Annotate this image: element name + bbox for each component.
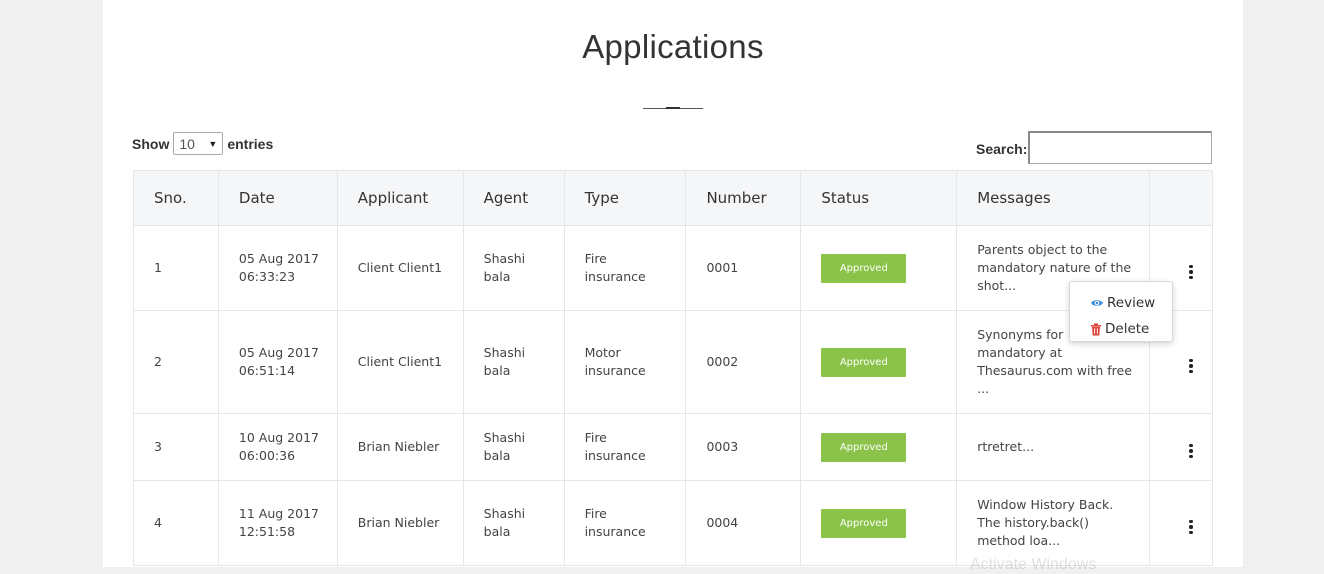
- cell-agent: Shashi bala: [462, 310, 565, 414]
- agent-last: bala: [483, 524, 511, 539]
- cell-message: Window History Back. The history.back() …: [956, 480, 1150, 566]
- date-text: 11 Aug 2017: [238, 506, 319, 521]
- title-divider-accent: [666, 107, 680, 109]
- column-header-type[interactable]: Type: [563, 170, 687, 226]
- type-second: insurance: [584, 269, 646, 284]
- type-first: Fire: [584, 506, 607, 521]
- type-first: Motor: [584, 345, 621, 360]
- column-header-sno[interactable]: Sno.: [133, 170, 219, 226]
- cell-type: Motor insurance: [563, 310, 687, 414]
- type-second: insurance: [584, 524, 646, 539]
- delete-menu-item[interactable]: Delete: [1070, 316, 1172, 342]
- type-second: insurance: [584, 363, 646, 378]
- applications-table: Sno. Date Applicant Agent Type Number St…: [133, 170, 1213, 566]
- cell-type: Fire insurance: [563, 413, 687, 481]
- show-entries-control: Show 10 ▼ entries: [132, 131, 273, 156]
- column-header-messages[interactable]: Messages: [956, 170, 1150, 226]
- more-vertical-icon[interactable]: [1185, 518, 1197, 537]
- search-input[interactable]: [1028, 131, 1213, 164]
- cell-status: Approved: [800, 413, 958, 481]
- cell-applicant: Client Client1: [336, 310, 464, 414]
- review-menu-item[interactable]: Review: [1070, 290, 1172, 316]
- column-header-number[interactable]: Number: [685, 170, 802, 226]
- cell-actions: [1149, 480, 1213, 566]
- cell-actions: [1149, 413, 1213, 481]
- time-text: 06:33:23: [238, 269, 296, 284]
- table-row: 1 05 Aug 2017 06:33:23 Client Client1 Sha…: [133, 225, 1213, 311]
- type-first: Fire: [584, 430, 607, 445]
- cell-sno: 3: [133, 413, 219, 481]
- agent-first: Shashi: [483, 430, 526, 445]
- agent-last: bala: [483, 363, 511, 378]
- column-header-date[interactable]: Date: [217, 170, 338, 226]
- cell-number: 0002: [685, 310, 802, 414]
- show-label: Show: [132, 135, 170, 152]
- cell-type: Fire insurance: [563, 225, 687, 311]
- table-row: 4 11 Aug 2017 12:51:58 Brian Niebler Shas…: [133, 480, 1213, 566]
- cell-date: 05 Aug 2017 06:51:14: [217, 310, 338, 414]
- agent-last: bala: [483, 448, 511, 463]
- cell-type: Fire insurance: [563, 480, 687, 566]
- eye-icon: [1091, 300, 1103, 306]
- column-header-actions: [1149, 170, 1213, 226]
- agent-first: Shashi: [483, 251, 526, 266]
- more-vertical-icon[interactable]: [1185, 357, 1197, 376]
- agent-first: Shashi: [483, 345, 526, 360]
- time-text: 12:51:58: [238, 524, 296, 539]
- entries-select-value: 10: [179, 135, 195, 152]
- table-row: 3 10 Aug 2017 06:00:36 Brian Niebler Shas…: [133, 413, 1213, 481]
- more-vertical-icon[interactable]: [1185, 263, 1197, 282]
- type-second: insurance: [584, 448, 646, 463]
- search-control: Search:: [976, 131, 1213, 164]
- row-actions-dropdown: Review Delete: [1069, 281, 1173, 342]
- cell-applicant: Brian Niebler: [336, 413, 464, 481]
- cell-sno: 1: [133, 225, 219, 311]
- cell-message: rtretret...: [956, 413, 1150, 481]
- cell-agent: Shashi bala: [462, 413, 565, 481]
- status-badge: Approved: [821, 508, 907, 538]
- table-header-row: Sno. Date Applicant Agent Type Number St…: [133, 170, 1213, 226]
- cell-sno: 4: [133, 480, 219, 566]
- cell-date: 10 Aug 2017 06:00:36: [217, 413, 338, 481]
- agent-last: bala: [483, 269, 511, 284]
- column-header-applicant[interactable]: Applicant: [336, 170, 464, 226]
- table-row: 2 05 Aug 2017 06:51:14 Client Client1 Sha…: [133, 310, 1213, 414]
- caret-down-icon: ▼: [208, 138, 218, 149]
- cell-applicant: Client Client1: [336, 225, 464, 311]
- cell-applicant: Brian Niebler: [336, 480, 464, 566]
- date-text: 05 Aug 2017: [238, 345, 319, 360]
- search-label: Search:: [976, 141, 1028, 157]
- date-text: 05 Aug 2017: [238, 251, 319, 266]
- cell-number: 0001: [685, 225, 802, 311]
- trash-icon: [1091, 323, 1101, 335]
- time-text: 06:00:36: [238, 448, 296, 463]
- cell-status: Approved: [800, 480, 958, 566]
- delete-label: Delete: [1105, 321, 1150, 337]
- review-label: Review: [1107, 295, 1156, 311]
- entries-label: entries: [227, 135, 274, 152]
- cell-number: 0004: [685, 480, 802, 566]
- date-text: 10 Aug 2017: [238, 430, 319, 445]
- cell-agent: Shashi bala: [462, 225, 565, 311]
- entries-select[interactable]: 10 ▼: [173, 132, 224, 155]
- status-badge: Approved: [821, 347, 907, 377]
- agent-first: Shashi: [483, 506, 526, 521]
- type-first: Fire: [584, 251, 607, 266]
- status-badge: Approved: [821, 432, 907, 462]
- page-title: Applications: [582, 28, 764, 65]
- column-header-agent[interactable]: Agent: [462, 170, 565, 226]
- cell-status: Approved: [800, 310, 958, 414]
- cell-date: 11 Aug 2017 12:51:58: [217, 480, 338, 566]
- cell-status: Approved: [800, 225, 958, 311]
- time-text: 06:51:14: [238, 363, 296, 378]
- more-vertical-icon[interactable]: [1185, 442, 1197, 461]
- column-header-status[interactable]: Status: [800, 170, 958, 226]
- cell-sno: 2: [133, 310, 219, 414]
- cell-date: 05 Aug 2017 06:33:23: [217, 225, 338, 311]
- cell-number: 0003: [685, 413, 802, 481]
- activation-watermark: Activate Windows: [970, 556, 1097, 573]
- content-panel: Applications Show 10 ▼ entries Search: S…: [103, 0, 1243, 567]
- cell-agent: Shashi bala: [462, 480, 565, 566]
- status-badge: Approved: [821, 253, 907, 283]
